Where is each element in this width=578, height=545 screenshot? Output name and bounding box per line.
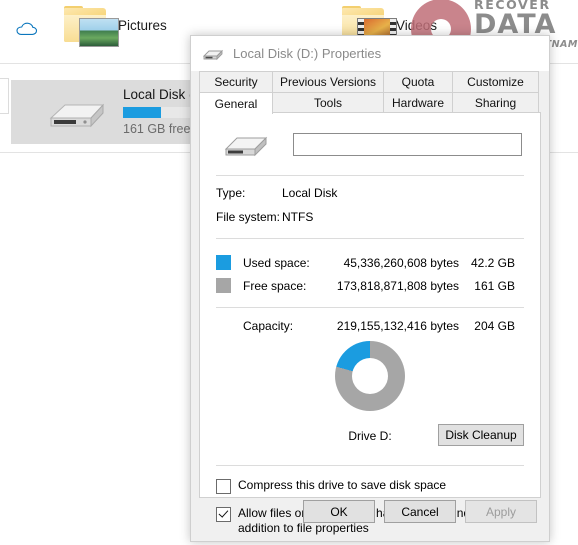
volume-label-input[interactable] <box>293 132 522 156</box>
screen: Pictures Videos Local Disk (D:) 161 GB f… <box>0 0 578 545</box>
nav-pane-stub <box>0 78 9 114</box>
explorer-item-pictures[interactable]: Pictures <box>62 6 167 47</box>
volume-header <box>200 113 540 161</box>
filesystem-row: File system: NTFS <box>200 210 540 224</box>
free-space-gb: 161 GB <box>474 278 515 293</box>
tab-previous-versions[interactable]: Previous Versions <box>272 71 384 92</box>
divider <box>216 175 524 176</box>
explorer-item-label: Pictures <box>118 17 167 33</box>
apply-button: Apply <box>465 500 537 523</box>
tab-quota[interactable]: Quota <box>383 71 453 92</box>
hard-disk-icon <box>224 136 268 157</box>
free-space-swatch <box>216 278 231 293</box>
tab-tools[interactable]: Tools <box>272 92 384 113</box>
free-space-row: Free space: 173,818,871,808 bytes 161 GB <box>200 278 540 293</box>
divider <box>216 307 524 308</box>
free-space-label: Free space: <box>243 278 307 293</box>
local-disk-properties-dialog: Local Disk (D:) Properties Security Prev… <box>190 35 550 542</box>
used-space-bytes: 45,336,260,608 bytes <box>343 255 459 270</box>
tab-general[interactable]: General <box>199 92 273 114</box>
drive-letter-label: Drive D: <box>348 429 392 443</box>
disk-usage-donut <box>335 341 405 411</box>
capacity-bytes: 219,155,132,416 bytes <box>336 319 459 333</box>
free-space-bytes: 173,818,871,808 bytes <box>336 278 459 293</box>
ok-button[interactable]: OK <box>303 500 375 523</box>
disk-usage-chart <box>200 341 540 427</box>
tab-row-lower: General Tools Hardware Sharing <box>199 92 541 114</box>
divider <box>216 465 524 466</box>
type-row: Type: Local Disk <box>200 186 540 200</box>
tab-sharing[interactable]: Sharing <box>452 92 539 113</box>
tab-hardware[interactable]: Hardware <box>383 92 453 113</box>
donut-hole <box>352 358 388 394</box>
tab-customize[interactable]: Customize <box>452 71 539 92</box>
filesystem-value: NTFS <box>282 210 314 224</box>
capacity-gb: 204 GB <box>474 319 515 333</box>
folder-pictures-icon <box>62 6 119 47</box>
tab-panel-general: Type: Local Disk File system: NTFS Used … <box>199 112 541 535</box>
drive-usage-bar-fill <box>123 106 161 118</box>
type-value: Local Disk <box>282 186 338 200</box>
space-usage-block: Used space: 45,336,260,608 bytes 42.2 GB… <box>200 255 540 293</box>
type-label: Type: <box>216 186 246 200</box>
drive-letter-row: Drive D: Disk Cleanup <box>200 424 540 455</box>
hard-disk-icon <box>202 49 224 61</box>
onedrive-cloud-icon <box>16 22 38 35</box>
capacity-label: Capacity: <box>243 319 294 333</box>
hard-disk-icon <box>49 103 105 128</box>
used-space-label: Used space: <box>243 255 310 270</box>
tabstrip: Security Previous Versions Quota Customi… <box>199 71 541 114</box>
dialog-title: Local Disk (D:) Properties <box>233 46 382 61</box>
divider <box>216 238 524 239</box>
used-space-gb: 42.2 GB <box>470 255 515 270</box>
dialog-titlebar[interactable]: Local Disk (D:) Properties <box>191 36 549 71</box>
filesystem-label: File system: <box>216 210 281 224</box>
used-space-row: Used space: 45,336,260,608 bytes 42.2 GB <box>200 255 540 270</box>
cancel-button[interactable]: Cancel <box>384 500 456 523</box>
explorer-item-label: Videos <box>396 17 438 33</box>
tab-security[interactable]: Security <box>199 71 273 92</box>
used-space-swatch <box>216 255 231 270</box>
dialog-footer: OK Cancel Apply <box>191 491 549 541</box>
disk-cleanup-button[interactable]: Disk Cleanup <box>438 424 524 446</box>
tab-row-upper: Security Previous Versions Quota Customi… <box>199 71 541 92</box>
capacity-row: Capacity: 219,155,132,416 bytes 204 GB <box>200 319 540 333</box>
